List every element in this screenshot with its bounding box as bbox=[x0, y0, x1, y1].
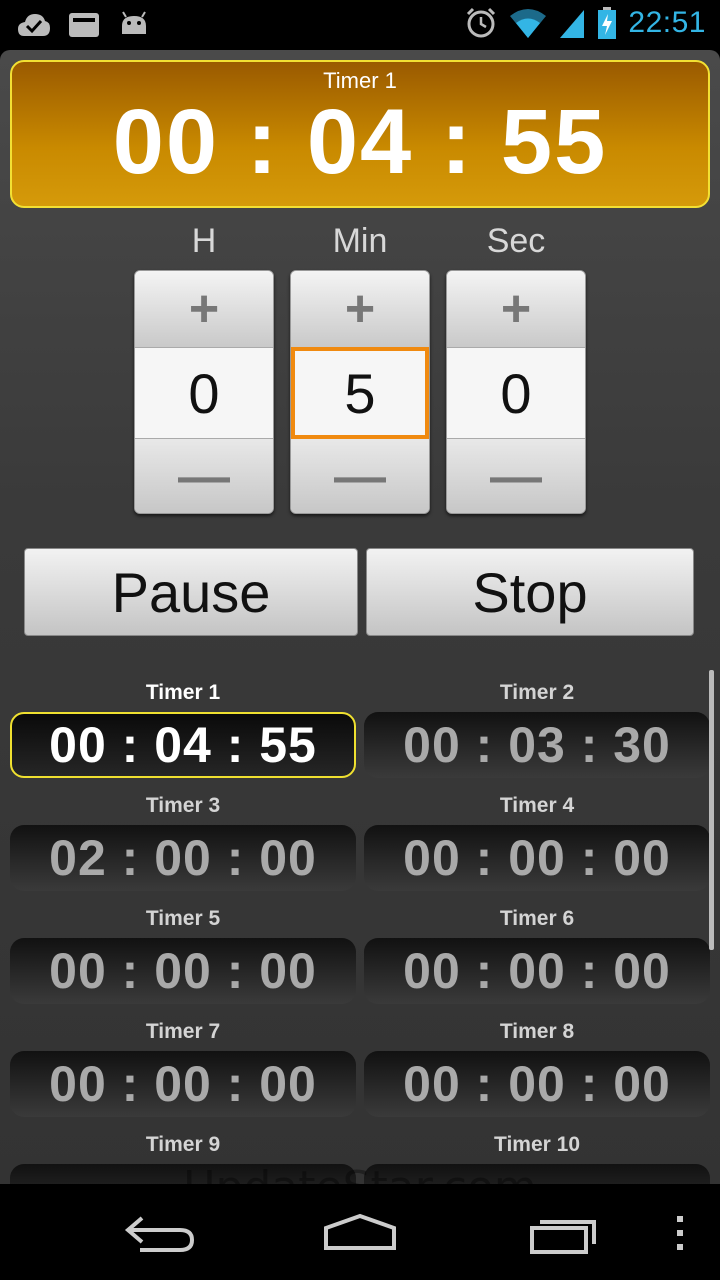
minutes-value[interactable]: 5 bbox=[291, 347, 429, 439]
navigation-bar bbox=[0, 1184, 720, 1280]
pause-button[interactable]: Pause bbox=[24, 548, 358, 636]
alarm-icon bbox=[467, 7, 496, 38]
hours-value[interactable]: 0 bbox=[135, 347, 273, 439]
hours-label: H bbox=[191, 222, 217, 260]
timer-time: 00 : 00 : 00 bbox=[364, 1051, 710, 1117]
timer-time: 00 : 00 : 00 bbox=[364, 938, 710, 1004]
stop-button[interactable]: Stop bbox=[366, 548, 694, 636]
minutes-decrement-button[interactable]: — bbox=[291, 439, 429, 513]
timer-time: 00 : 00 : 00 bbox=[364, 825, 710, 891]
time-spinners: + 0 — + 5 — + 0 — bbox=[134, 270, 586, 514]
android-icon bbox=[122, 11, 146, 34]
battery-charging-icon bbox=[598, 7, 617, 39]
overflow-menu-icon[interactable] bbox=[660, 1212, 700, 1256]
action-buttons: Pause Stop bbox=[24, 548, 694, 636]
timer-item-8[interactable]: Timer 8 00 : 00 : 00 bbox=[364, 1017, 710, 1117]
timer-label: Timer 6 bbox=[499, 907, 575, 930]
plus-icon: + bbox=[188, 280, 220, 338]
timer-time: 00 : 00 : 00 bbox=[10, 938, 356, 1004]
seconds-spinner: + 0 — bbox=[446, 270, 586, 514]
main-timer-display: Timer 1 00 : 04 : 55 bbox=[10, 60, 710, 208]
clock-time: 22:51 bbox=[628, 6, 706, 39]
home-icon[interactable] bbox=[320, 1212, 400, 1256]
plus-icon: + bbox=[344, 280, 376, 338]
main-timer-time: 00 : 04 : 55 bbox=[112, 91, 608, 193]
folder-icon bbox=[69, 13, 99, 37]
timer-item-2[interactable]: Timer 2 00 : 03 : 30 bbox=[364, 678, 710, 778]
timer-label: Timer 1 bbox=[145, 681, 221, 704]
minutes-increment-button[interactable]: + bbox=[291, 271, 429, 347]
timer-item-1[interactable]: Timer 1 00 : 04 : 55 bbox=[10, 678, 356, 778]
timer-label: Timer 2 bbox=[499, 681, 575, 704]
seconds-increment-button[interactable]: + bbox=[447, 271, 585, 347]
app-content: Timer 1 00 : 04 : 55 H Min Sec + 0 — + 5… bbox=[0, 50, 720, 1184]
back-icon[interactable] bbox=[120, 1212, 200, 1256]
status-bar: 22:51 bbox=[0, 0, 720, 50]
timer-item-6[interactable]: Timer 6 00 : 00 : 00 bbox=[364, 904, 710, 1004]
timer-time: 02 : 00 : 00 bbox=[10, 825, 356, 891]
watermark: UpdateStar.com bbox=[0, 1162, 720, 1184]
seconds-decrement-button[interactable]: — bbox=[447, 439, 585, 513]
minus-icon: — bbox=[178, 448, 230, 506]
timer-item-3[interactable]: Timer 3 02 : 00 : 00 bbox=[10, 791, 356, 891]
timer-item-5[interactable]: Timer 5 00 : 00 : 00 bbox=[10, 904, 356, 1004]
timer-time: 00 : 00 : 00 bbox=[10, 1051, 356, 1117]
timer-label: Timer 7 bbox=[145, 1020, 221, 1043]
timer-item-7[interactable]: Timer 7 00 : 00 : 00 bbox=[10, 1017, 356, 1117]
minus-icon: — bbox=[490, 448, 542, 506]
seconds-value[interactable]: 0 bbox=[447, 347, 585, 439]
timer-label: Timer 5 bbox=[145, 907, 221, 930]
timer-list-scrollbar[interactable] bbox=[709, 670, 714, 950]
minus-icon: — bbox=[334, 448, 386, 506]
timer-time: 00 : 04 : 55 bbox=[10, 712, 356, 778]
timer-label: Timer 10 bbox=[494, 1133, 580, 1156]
hours-increment-button[interactable]: + bbox=[135, 271, 273, 347]
minutes-label: Min bbox=[332, 222, 388, 260]
timer-time: 00 : 03 : 30 bbox=[364, 712, 710, 778]
hours-decrement-button[interactable]: — bbox=[135, 439, 273, 513]
timer-label: Timer 3 bbox=[145, 794, 221, 817]
timer-item-4[interactable]: Timer 4 00 : 00 : 00 bbox=[364, 791, 710, 891]
recent-apps-icon[interactable] bbox=[524, 1212, 604, 1256]
timer-label: Timer 9 bbox=[145, 1133, 221, 1156]
seconds-label: Sec bbox=[486, 222, 546, 260]
wifi-icon bbox=[510, 9, 547, 38]
spinner-labels: H Min Sec bbox=[134, 222, 586, 261]
signal-icon bbox=[560, 10, 585, 38]
cloud-check-icon bbox=[18, 14, 50, 36]
timer-label: Timer 4 bbox=[499, 794, 575, 817]
hours-spinner: + 0 — bbox=[134, 270, 274, 514]
minutes-spinner: + 5 — bbox=[290, 270, 430, 514]
timer-label: Timer 8 bbox=[499, 1020, 575, 1043]
plus-icon: + bbox=[500, 280, 532, 338]
